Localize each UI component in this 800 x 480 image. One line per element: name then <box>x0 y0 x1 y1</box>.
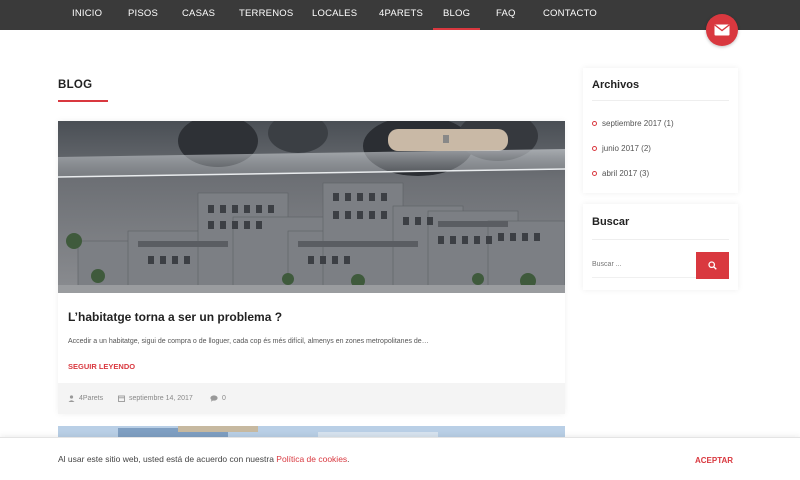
archive-label[interactable]: septiembre 2017 <box>602 119 662 128</box>
archive-count: (1) <box>663 119 674 128</box>
author-name: 4Parets <box>79 395 104 402</box>
archive-label[interactable]: abril 2017 <box>602 169 637 178</box>
cookie-policy-link[interactable]: Política de cookies <box>276 454 347 464</box>
date-text: septiembre 14, 2017 <box>129 395 193 402</box>
cookie-suffix: . <box>347 454 350 464</box>
page-title: BLOG <box>58 79 93 91</box>
circle-bullet-icon <box>592 146 597 151</box>
nav-item-pisos[interactable]: PISOS <box>128 0 158 30</box>
cookie-message: Al usar este sitio web, usted está de ac… <box>58 454 350 464</box>
comment-icon <box>210 395 218 402</box>
mail-button[interactable] <box>706 14 738 46</box>
archive-count: (2) <box>641 144 651 153</box>
nav-item-blog[interactable]: BLOG <box>432 0 481 30</box>
divider <box>592 239 729 240</box>
archive-count: (3) <box>639 169 650 178</box>
cookie-text: Al usar este sitio web, usted está de ac… <box>58 454 277 464</box>
calendar-icon <box>118 395 125 402</box>
nav-item-locales[interactable]: LOCALES <box>312 0 357 30</box>
nav-item-terrenos[interactable]: TERRENOS <box>239 0 293 30</box>
post-author[interactable]: 4Parets <box>68 395 103 402</box>
post-date[interactable]: septiembre 14, 2017 <box>118 395 193 402</box>
nav-item-contacto[interactable]: CONTACTO <box>543 0 597 30</box>
divider <box>592 100 729 101</box>
archives-title: Archivos <box>592 79 640 91</box>
search-widget: Buscar <box>583 204 738 290</box>
post-meta: 4Parets septiembre 14, 2017 0 <box>58 383 565 414</box>
accept-cookies-button[interactable]: ACEPTAR <box>695 456 733 465</box>
envelope-icon <box>714 24 730 36</box>
read-more-link[interactable]: SEGUIR LEYENDO <box>68 362 135 371</box>
post-title[interactable]: L’habitatge torna a ser un problema ? <box>68 310 282 324</box>
search-title: Buscar <box>592 216 630 228</box>
search-input[interactable] <box>592 252 697 278</box>
archive-label[interactable]: junio 2017 <box>602 144 639 153</box>
search-button[interactable] <box>696 252 729 279</box>
blog-post-card: L’habitatge torna a ser un problema ? Ac… <box>58 121 565 414</box>
title-underline <box>58 100 108 102</box>
archive-item[interactable]: abril 2017 (3) <box>592 169 649 178</box>
post-comments[interactable]: 0 <box>210 395 226 402</box>
circle-bullet-icon <box>592 121 597 126</box>
circle-bullet-icon <box>592 171 597 176</box>
nav-item-faq[interactable]: FAQ <box>496 0 516 30</box>
cookie-consent-bar: Al usar este sitio web, usted está de ac… <box>0 437 800 480</box>
post-excerpt: Accedir a un habitatge, sigui de compra … <box>68 338 429 345</box>
comment-count: 0 <box>222 395 226 402</box>
archive-item[interactable]: septiembre 2017 (1) <box>592 119 674 128</box>
archives-widget: Archivos septiembre 2017 (1) junio 2017 … <box>583 68 738 193</box>
nav-item-casas[interactable]: CASAS <box>182 0 215 30</box>
top-navigation: INICIO PISOS CASAS TERRENOS LOCALES 4PAR… <box>0 0 800 30</box>
user-icon <box>68 395 75 402</box>
post-featured-image[interactable] <box>58 121 565 293</box>
nav-item-inicio[interactable]: INICIO <box>72 0 102 30</box>
archive-item[interactable]: junio 2017 (2) <box>592 144 651 153</box>
search-icon <box>708 261 717 270</box>
nav-item-4parets[interactable]: 4PARETS <box>379 0 423 30</box>
